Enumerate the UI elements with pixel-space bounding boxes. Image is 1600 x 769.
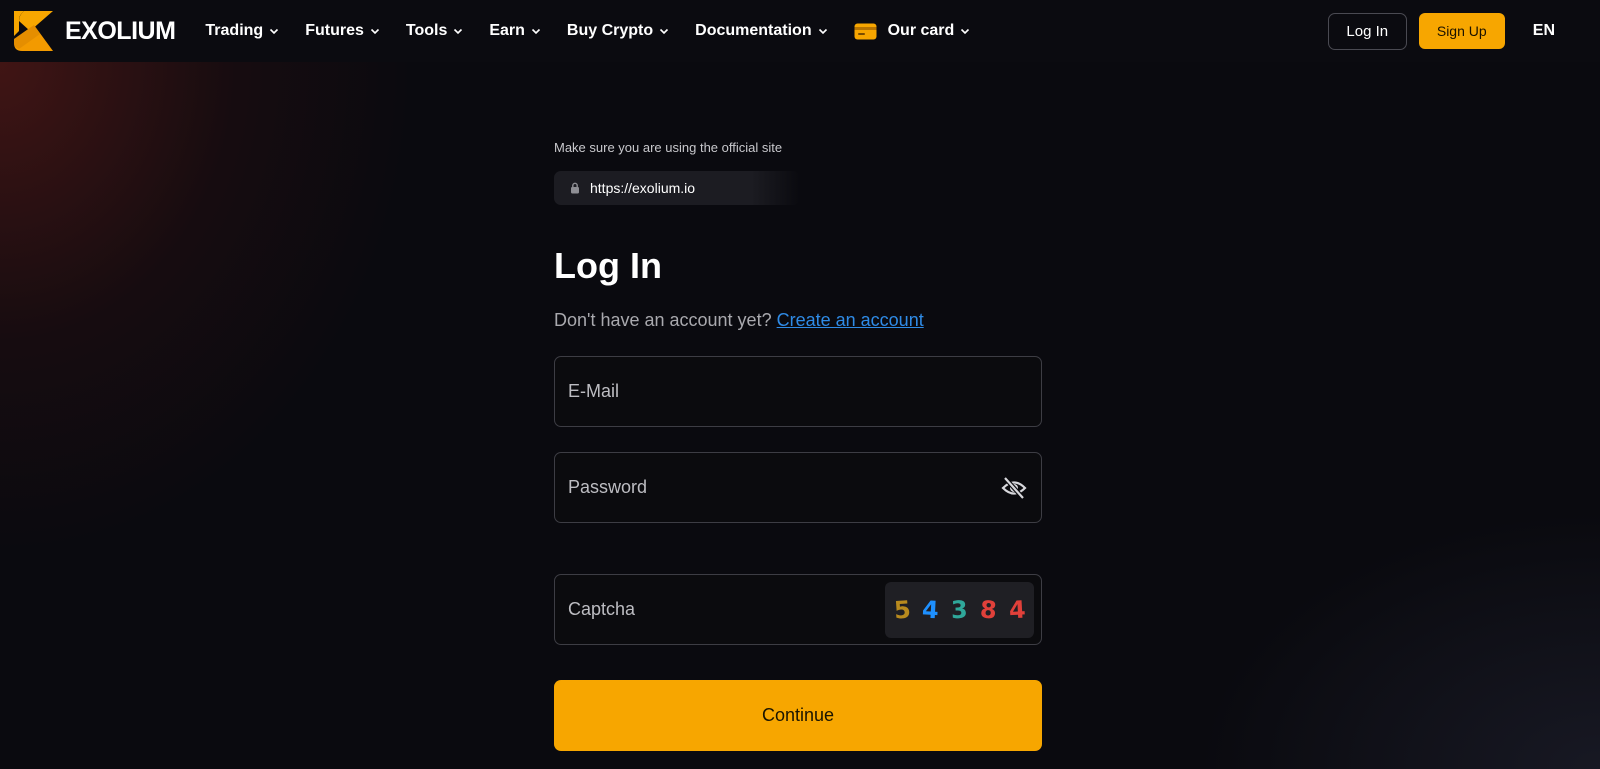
nav-label: Buy Crypto: [566, 22, 654, 39]
nav-trading[interactable]: Trading: [205, 22, 279, 40]
nav-actions: Log In Sign Up EN: [1327, 0, 1600, 62]
nav-label: Tools: [405, 22, 448, 39]
chevron-down-icon: [818, 28, 827, 34]
nav-label: Earn: [489, 22, 525, 39]
lock-icon: [571, 182, 579, 194]
email-placeholder: E-Mail: [568, 381, 620, 401]
nav-buy-crypto[interactable]: Buy Crypto: [567, 22, 669, 40]
nav-label: Our card: [887, 22, 955, 39]
official-url: https://exolium.io: [590, 180, 696, 196]
nav-tools[interactable]: Tools: [406, 22, 463, 40]
eye-off-icon[interactable]: [1001, 476, 1027, 500]
captcha-field[interactable]: Captcha 5 4 3 8 4: [554, 574, 1042, 645]
main-nav: Trading Futures Tools Earn Buy Crypto Do…: [205, 22, 996, 40]
nav-our-card[interactable]: Our card: [854, 22, 971, 40]
email-field[interactable]: E-Mail: [554, 356, 1042, 427]
nav-documentation[interactable]: Documentation: [695, 22, 827, 40]
chevron-down-icon: [370, 28, 379, 34]
captcha-digit: 5: [892, 595, 912, 625]
signup-button[interactable]: Sign Up: [1418, 13, 1505, 49]
nav-label: Futures: [305, 22, 364, 39]
brand-logo[interactable]: EXOLIUM: [10, 0, 176, 62]
captcha-placeholder: Captcha: [568, 599, 636, 619]
captcha-digit: 4: [921, 595, 940, 625]
password-placeholder: Password: [568, 477, 648, 497]
signup-prompt-text: Don't have an account yet?: [554, 310, 772, 330]
nav-futures[interactable]: Futures: [305, 22, 380, 40]
captcha-digit: 3: [950, 595, 969, 625]
chevron-down-icon: [660, 28, 669, 34]
language-selector[interactable]: EN: [1533, 22, 1555, 40]
nav-label: Documentation: [695, 22, 812, 39]
top-navbar: EXOLIUM Trading Futures Tools Earn Buy C…: [0, 0, 1600, 62]
password-field[interactable]: Password: [554, 452, 1042, 523]
nav-label: Trading: [205, 22, 264, 39]
official-site-note: Make sure you are using the official sit…: [554, 140, 783, 155]
brand-name: EXOLIUM: [65, 16, 176, 45]
create-account-link[interactable]: Create an account: [777, 310, 924, 330]
chevron-down-icon: [454, 28, 463, 34]
signup-prompt: Don't have an account yet? Create an acc…: [554, 310, 924, 331]
continue-button[interactable]: Continue: [554, 680, 1042, 751]
captcha-image[interactable]: 5 4 3 8 4: [885, 582, 1034, 638]
chevron-down-icon: [961, 28, 970, 34]
chevron-down-icon: [270, 28, 279, 34]
credit-card-icon: [854, 23, 877, 39]
chevron-down-icon: [531, 28, 540, 34]
captcha-digit: 4: [1007, 595, 1026, 625]
captcha-digit: 8: [978, 595, 998, 625]
page-title: Log In: [554, 245, 662, 286]
nav-earn[interactable]: Earn: [489, 22, 541, 40]
exolium-logo-icon: [14, 11, 53, 51]
official-url-badge: https://exolium.io: [554, 171, 800, 205]
login-button[interactable]: Log In: [1327, 12, 1407, 50]
